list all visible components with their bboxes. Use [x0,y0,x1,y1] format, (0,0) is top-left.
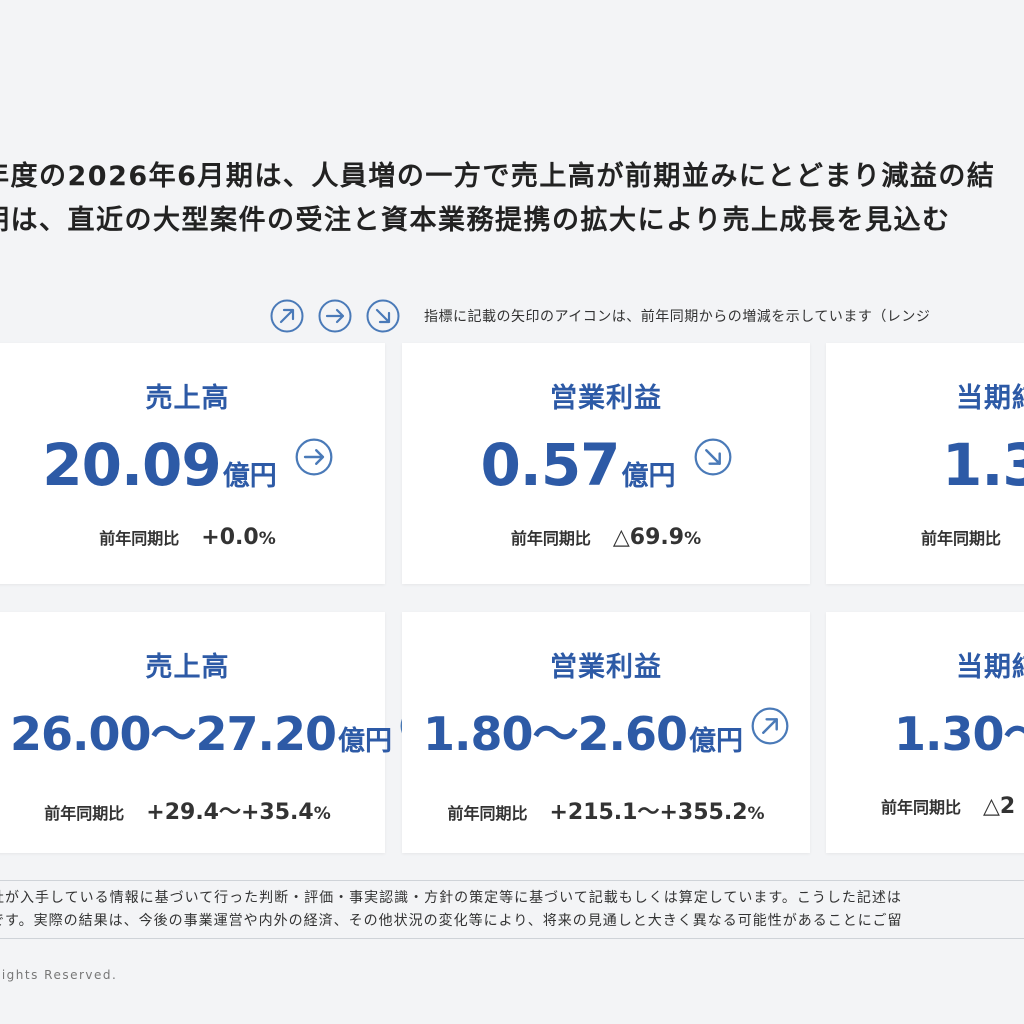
arrow-right-icon [318,299,352,333]
legend-text: 指標に記載の矢印のアイコンは、前年同期からの増減を示しています（レンジ [424,309,931,325]
yoy-value: +29.4～+35.4 [146,800,314,825]
card-value: 0.57 [480,431,620,499]
forward-looking-disclaimer: 社が入手している情報に基づいて行った判断・評価・事実認識・方針の策定等に基づいて… [0,887,902,933]
yoy-label: 前年同期比 [44,804,125,823]
card-yoy: 前年同期比 [826,525,1024,549]
card-yoy: 前年同期比 +0.0 % [0,525,385,550]
yoy-label: 前年同期比 [447,804,528,823]
yoy-label: 前年同期比 [510,529,591,548]
card-value: 20.09 [42,431,221,499]
card-value: 26.00～27.20 [10,707,337,761]
headline-line-1: 年度の2026年6月期は、人員増の一方で売上高が前期並みにとどまり減益の結 [0,161,996,192]
yoy-unit: % [684,529,702,549]
card-unit: 億円 [338,726,393,757]
summary-headline: 年度の2026年6月期は、人員増の一方で売上高が前期並みにとどまり減益の結 期は… [0,155,995,243]
card-value-row: 1.30～1 [826,698,1024,764]
forecast-card-operating-profit: 営業利益 1.80～2.60 億円 前年同期比 +215.1～+355.2 % [402,612,810,853]
card-title: 売上高 [145,383,230,414]
card-title: 営業利益 [550,652,662,683]
disclaimer-bottom-divider [0,938,1024,939]
card-value-row: 1.80～2.60 億円 [402,698,810,764]
forecast-card-net-income: 当期純 1.30～1 前年同期比 △2 [826,612,1024,853]
result-card-operating-profit: 営業利益 0.57 億円 前年同期比 △69.9 % [402,343,810,584]
card-yoy: 前年同期比 △69.9 % [402,525,810,550]
card-value: 1.30～1 [894,707,1024,761]
card-unit: 億円 [621,461,676,492]
headline-line-2: 期は、直近の大型案件の受注と資本業務提携の拡大により売上成長を見込む [0,205,951,236]
card-yoy: 前年同期比 +215.1～+355.2 % [402,794,810,826]
card-yoy: 前年同期比 +29.4～+35.4 % [0,794,385,826]
card-value-row: 0.57 億円 [402,431,810,499]
card-value-row: 20.09 億円 [0,431,385,499]
card-title: 営業利益 [550,383,662,414]
yoy-value: △2 [983,794,1016,819]
disclaimer-line-1: 社が入手している情報に基づいて行った判断・評価・事実認識・方針の策定等に基づいて… [0,890,902,906]
arrow-legend: 指標に記載の矢印のアイコンは、前年同期からの増減を示しています（レンジ [270,298,930,334]
copyright: Rights Reserved. [0,968,118,982]
card-unit: 億円 [222,461,277,492]
yoy-unit: % [747,804,765,824]
card-value-row: 26.00～27.20 億円 [0,698,438,764]
card-value: 1.3 [942,431,1024,499]
result-card-net-income: 当期純 1.3 前年同期比 [826,343,1024,584]
yoy-label: 前年同期比 [881,798,962,817]
arrow-up-right-icon [270,299,304,333]
yoy-unit: % [313,804,331,824]
disclaimer-top-divider [0,880,1024,881]
result-card-sales: 売上高 20.09 億円 前年同期比 +0.0 % [0,343,385,584]
yoy-value: △69.9 [612,525,685,550]
yoy-label: 前年同期比 [921,529,1002,548]
forecast-card-sales: 売上高 26.00～27.20 億円 前年同期比 +29.4～+35.4 % [0,612,438,853]
yoy-value: +0.0 [201,525,259,550]
yoy-value: +215.1～+355.2 [549,800,748,825]
card-value-row: 1.3 [826,431,1024,499]
yoy-label: 前年同期比 [99,529,180,548]
page: 年度の2026年6月期は、人員増の一方で売上高が前期並みにとどまり減益の結 期は… [0,0,1024,1024]
arrow-up-right-icon [751,707,789,745]
card-title: 売上高 [145,652,230,683]
arrow-down-right-icon [366,299,400,333]
disclaimer-line-2: です。実際の結果は、今後の事業運営や内外の経済、その他状況の変化等により、将来の… [0,913,903,929]
arrow-down-right-icon [694,438,731,476]
card-title: 当期純 [956,383,1024,414]
yoy-unit: % [258,529,276,549]
card-yoy: 前年同期比 △2 [826,794,1024,819]
card-title: 当期純 [956,652,1024,683]
arrow-right-icon [295,438,333,476]
card-unit: 億円 [689,726,743,757]
card-value: 1.80～2.60 [423,707,688,761]
